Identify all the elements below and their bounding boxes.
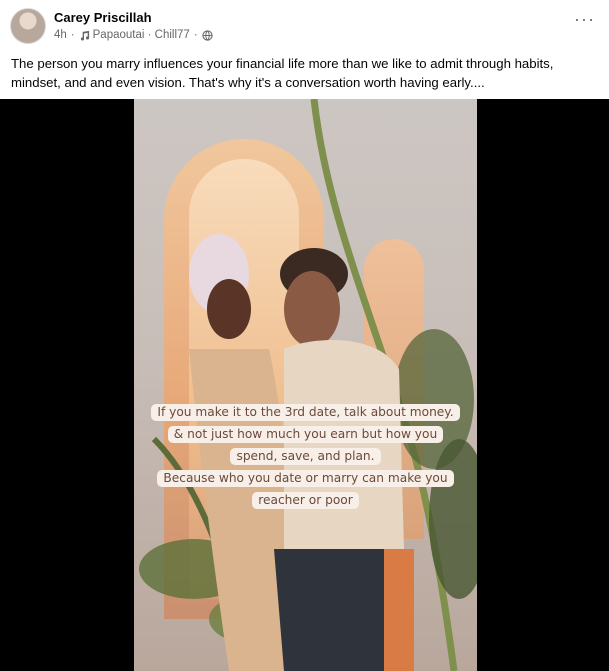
avatar[interactable] — [10, 8, 46, 44]
meta-separator: · — [70, 29, 75, 41]
meta-separator: · — [193, 29, 198, 41]
overlay-line: Because who you date or marry can make y… — [157, 470, 454, 487]
post-video[interactable]: If you make it to the 3rd date, talk abo… — [0, 99, 609, 671]
overlay-line: & not just how much you earn but how you — [167, 426, 444, 443]
post-header: Carey Priscillah 4h · Papaoutai · Chill7… — [0, 0, 609, 50]
globe-icon[interactable] — [202, 29, 213, 41]
post-time[interactable]: 4h — [54, 29, 67, 41]
video-text-overlay: If you make it to the 3rd date, talk abo… — [134, 401, 477, 509]
overlay-line: reacher or poor — [252, 492, 359, 509]
video-frame[interactable]: If you make it to the 3rd date, talk abo… — [134, 99, 477, 671]
overlay-line: spend, save, and plan. — [230, 448, 381, 465]
overlay-line: If you make it to the 3rd date, talk abo… — [151, 404, 460, 421]
author-name[interactable]: Carey Priscillah — [54, 10, 152, 25]
audio-track-link[interactable]: Papaoutai · Chill77 — [93, 29, 190, 41]
music-note-icon — [79, 30, 90, 41]
plant-stems — [139, 99, 477, 671]
more-options-icon[interactable]: ··· — [574, 10, 595, 28]
post-caption: The person you marry influences your fin… — [11, 56, 554, 90]
post-meta: 4h · Papaoutai · Chill77 · — [54, 29, 213, 41]
